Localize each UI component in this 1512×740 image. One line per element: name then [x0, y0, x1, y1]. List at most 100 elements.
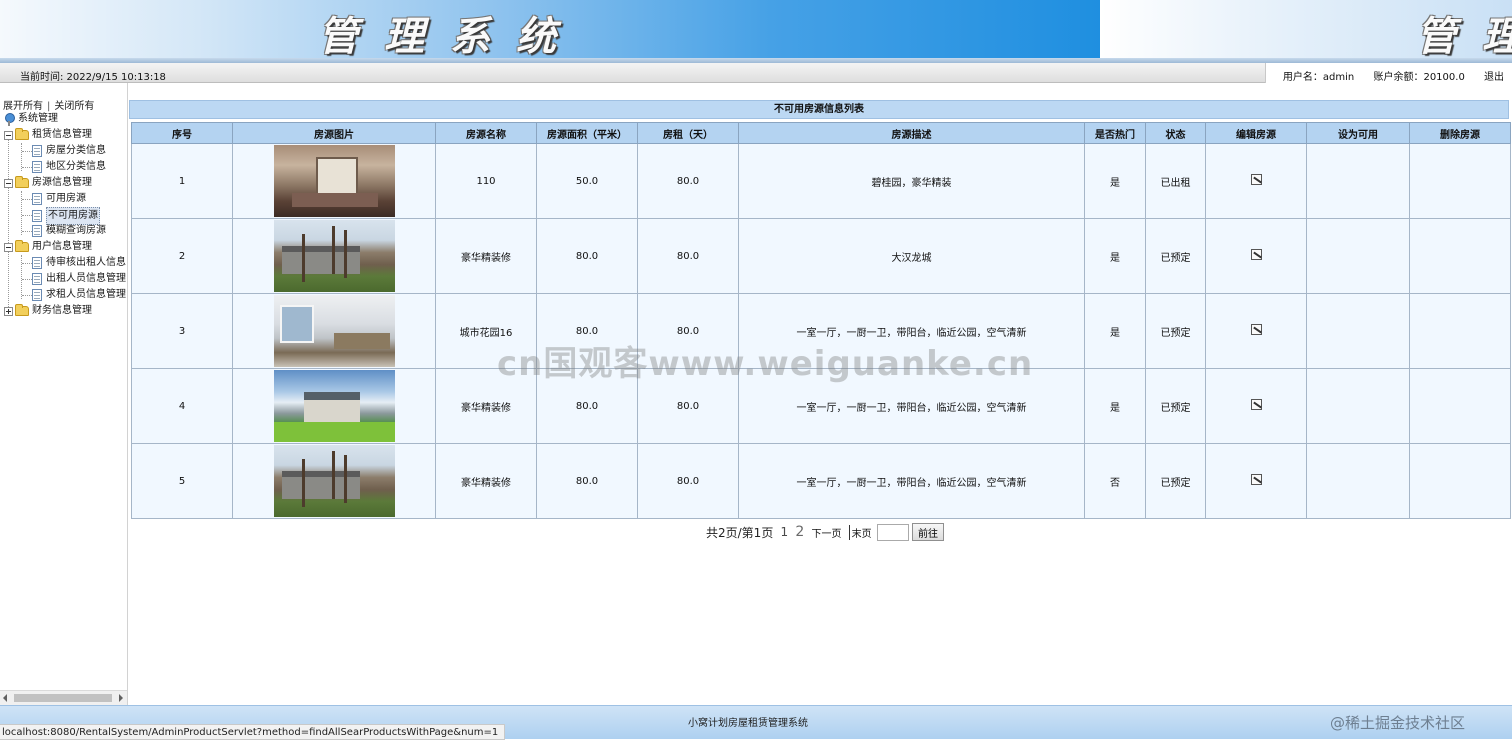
next-page-link[interactable]: 下一页 — [811, 525, 841, 540]
page-summary: 共2页/第1页 — [706, 525, 774, 540]
cell-status: 已出租 — [1145, 143, 1206, 219]
pagination: 共2页/第1页 1 2 下一页 末页 前往 — [706, 523, 945, 543]
cell-edit — [1205, 143, 1307, 219]
header-rent: 房租（天） — [637, 122, 739, 144]
tree-group-finance[interactable]: 财务信息管理 — [4, 303, 92, 319]
header-edit: 编辑房源 — [1205, 122, 1307, 144]
cell-hot: 是 — [1084, 143, 1146, 219]
expand-toggle-icon[interactable] — [4, 306, 13, 316]
scroll-right-arrow-icon[interactable] — [119, 694, 123, 702]
scroll-left-arrow-icon[interactable] — [3, 694, 7, 702]
cell-hot: 是 — [1084, 368, 1146, 444]
tree-item-unavailable[interactable]: 不可用房源 — [32, 207, 100, 225]
header-banner: 管理系统 管理 — [0, 0, 1512, 58]
document-icon — [32, 210, 42, 222]
tree-group-label: 用户信息管理 — [32, 241, 92, 252]
tree-group-label: 财务信息管理 — [32, 305, 92, 316]
tree-group-listings[interactable]: 房源信息管理 — [4, 175, 92, 191]
cell-name: 豪华精装修 — [435, 368, 537, 444]
tree-group-users[interactable]: 用户信息管理 — [4, 239, 92, 255]
page-link-2[interactable]: 2 — [795, 524, 804, 540]
cell-name: 豪华精装修 — [435, 218, 537, 294]
go-button[interactable]: 前往 — [912, 523, 945, 541]
scrollbar-thumb[interactable] — [14, 694, 112, 702]
banner-title-repeat: 管理 — [1416, 13, 1512, 58]
logout-link[interactable]: 退出 — [1484, 68, 1504, 83]
tree-item-label: 求租人员信息管理 — [46, 289, 126, 300]
cell-name: 110 — [435, 143, 537, 219]
tree-group-rental[interactable]: 租赁信息管理 — [4, 127, 92, 143]
table-row: 5 豪华精装修 80.0 80.0 一室一厅，一厨一卫，带阳台，临近公园，空气清… — [131, 443, 1511, 519]
cell-delete — [1409, 293, 1511, 369]
last-page-link[interactable]: 末页 — [848, 524, 872, 540]
edit-icon[interactable] — [1250, 399, 1262, 410]
tree-item-fuzzy-search[interactable]: 模糊查询房源 — [32, 223, 106, 239]
tree-root[interactable]: 系统管理 — [4, 111, 58, 127]
sidebar-horizontal-scrollbar[interactable] — [0, 690, 127, 705]
tree-item-landlords[interactable]: 出租人员信息管理 — [32, 271, 126, 287]
cell-status: 已预定 — [1145, 443, 1206, 519]
edit-icon[interactable] — [1250, 174, 1262, 185]
globe-icon — [4, 112, 15, 126]
cell-status: 已预定 — [1145, 218, 1206, 294]
tree-item-label: 模糊查询房源 — [46, 225, 106, 236]
tree-line — [22, 167, 32, 168]
tree-line — [22, 199, 32, 200]
footer: 小窝计划房屋租赁管理系统 localhost:8080/RentalSystem… — [0, 705, 1512, 740]
document-icon — [32, 289, 42, 301]
cell-area: 80.0 — [536, 368, 638, 444]
cell-no: 5 — [131, 443, 233, 519]
page-number-input[interactable] — [876, 523, 909, 541]
tree-item-label: 地区分类信息 — [46, 161, 106, 172]
cell-name: 城市花园16 — [435, 293, 537, 369]
page-link-1[interactable]: 1 — [781, 525, 789, 539]
folder-open-icon — [15, 176, 29, 188]
collapse-toggle-icon[interactable] — [4, 130, 13, 140]
cell-name: 豪华精装修 — [435, 443, 537, 519]
edit-icon[interactable] — [1250, 324, 1262, 335]
tree-item-region-category[interactable]: 地区分类信息 — [32, 159, 106, 175]
collapse-toggle-icon[interactable] — [4, 178, 13, 188]
collapse-all-link[interactable]: 关闭所有 — [54, 101, 94, 112]
cell-delete — [1409, 368, 1511, 444]
cell-description: 大汉龙城 — [738, 218, 1085, 294]
folder-closed-icon — [15, 304, 29, 316]
cell-description: 碧桂园，豪华精装 — [738, 143, 1085, 219]
folder-open-icon — [15, 240, 29, 252]
table-header-row: 序号 房源图片 房源名称 房源面积（平米） 房租（天） 房源描述 是否热门 状态… — [131, 122, 1511, 144]
tree-line — [22, 231, 32, 232]
tree-group-label: 房源信息管理 — [32, 177, 92, 188]
listing-photo — [273, 295, 395, 367]
document-icon — [32, 273, 42, 285]
cell-edit — [1205, 218, 1307, 294]
tree-item-pending-landlords[interactable]: 待审核出租人信息 — [32, 255, 126, 271]
cell-no: 2 — [131, 218, 233, 294]
tree-item-tenants[interactable]: 求租人员信息管理 — [32, 287, 126, 303]
status-bar: 当前时间: 2022/9/15 10:13:18 用户名：admin 账户余额：… — [0, 63, 1512, 83]
cell-status: 已预定 — [1145, 293, 1206, 369]
listing-photo — [273, 220, 395, 292]
cell-image — [232, 218, 436, 294]
cell-image — [232, 293, 436, 369]
cell-set-available — [1306, 218, 1410, 294]
tree-item-available[interactable]: 可用房源 — [32, 191, 86, 207]
edit-icon[interactable] — [1250, 249, 1262, 260]
tree-line — [22, 215, 32, 216]
cell-description: 一室一厅，一厨一卫，带阳台，临近公园，空气清新 — [738, 293, 1085, 369]
edit-icon[interactable] — [1250, 474, 1262, 485]
header-image: 房源图片 — [232, 122, 436, 144]
header-name: 房源名称 — [435, 122, 537, 144]
tree-root-label: 系统管理 — [18, 113, 58, 124]
tree-item-label: 待审核出租人信息 — [46, 257, 126, 268]
username-label: 用户名：admin — [1282, 72, 1355, 83]
header-area: 房源面积（平米） — [536, 122, 638, 144]
tree-item-house-category[interactable]: 房屋分类信息 — [32, 143, 106, 159]
collapse-toggle-icon[interactable] — [4, 242, 13, 252]
header-set-available: 设为可用 — [1306, 122, 1410, 144]
table-row: 3 城市花园16 80.0 80.0 一室一厅，一厨一卫，带阳台，临近公园，空气… — [131, 293, 1511, 369]
document-icon — [32, 193, 42, 205]
cell-set-available — [1306, 143, 1410, 219]
cell-image — [232, 368, 436, 444]
cell-hot: 是 — [1084, 293, 1146, 369]
cell-edit — [1205, 293, 1307, 369]
